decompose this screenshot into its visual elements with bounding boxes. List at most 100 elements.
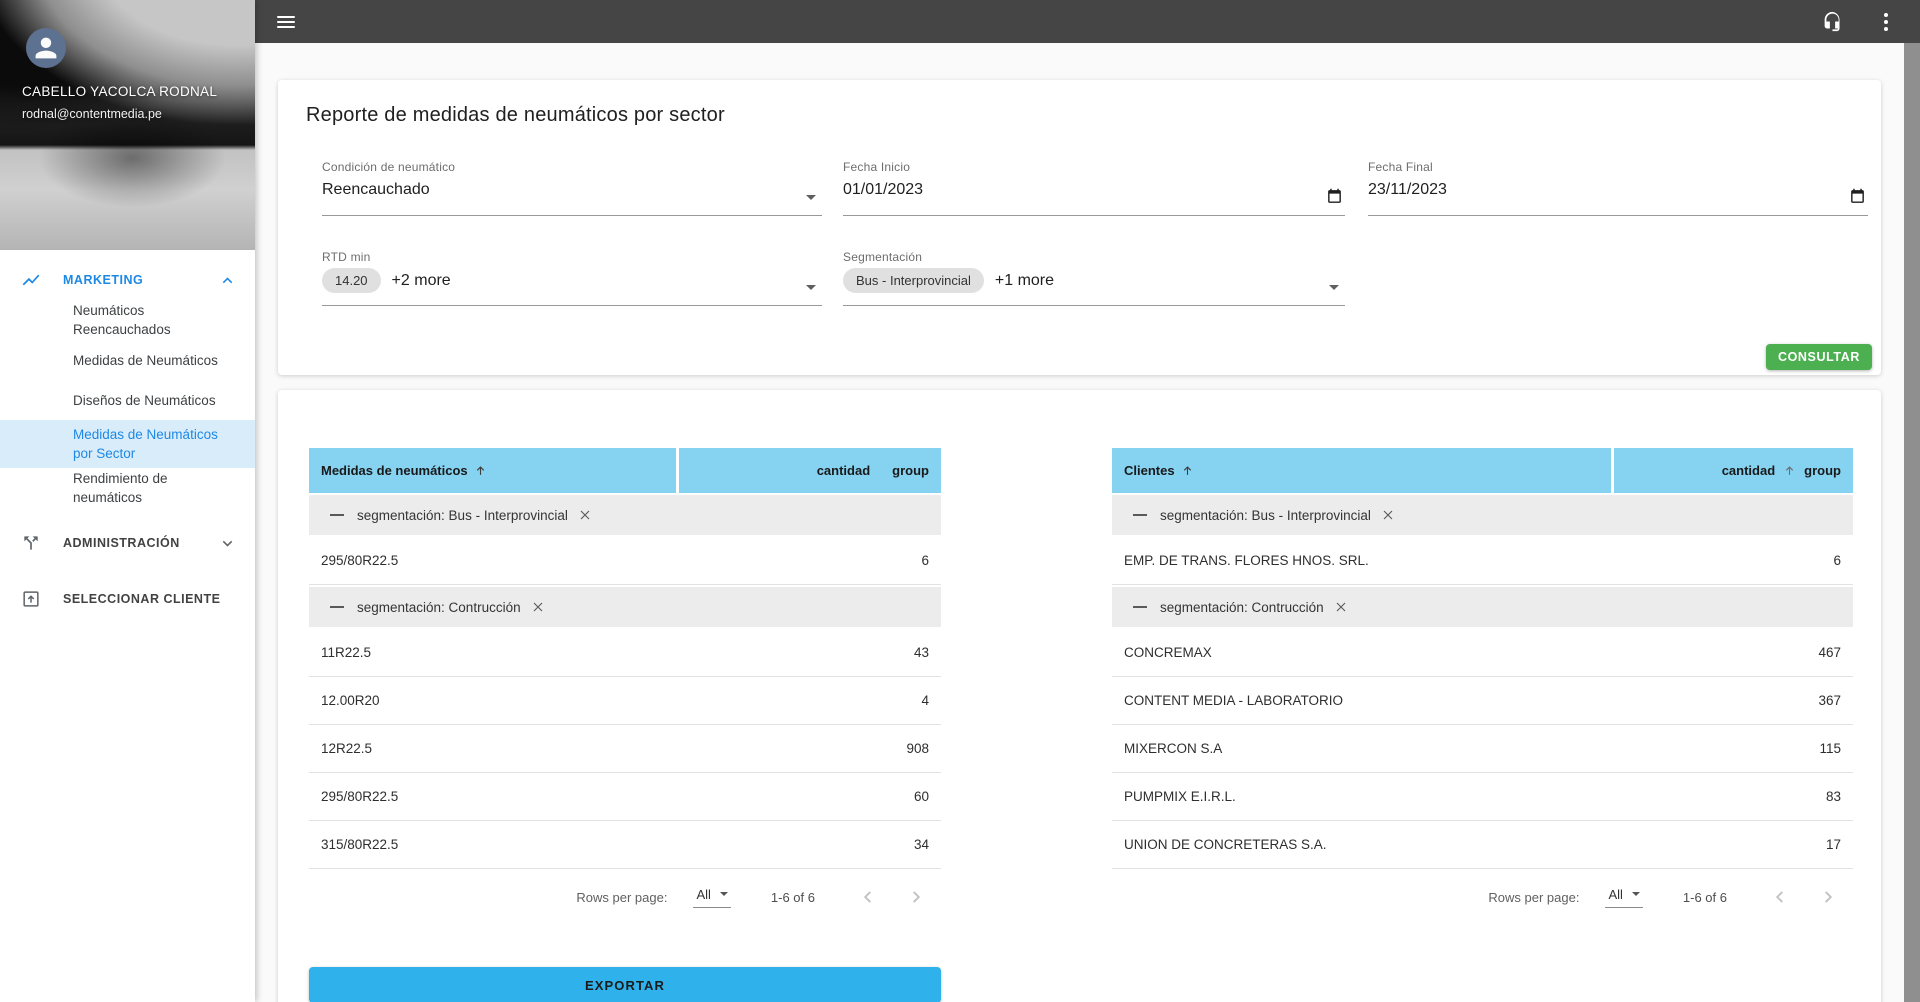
fecha-inicio-input[interactable]: Fecha Inicio 01/01/2023	[843, 160, 1345, 216]
sidebar-section-administracion[interactable]: ADMINISTRACIÓN	[0, 523, 255, 563]
sidebar-item-medidas-por-sector-selected[interactable]: Medidas de Neumáticos por Sector	[0, 420, 255, 468]
next-page-icon[interactable]	[1817, 886, 1839, 908]
table-header: Medidas de neumáticos cantidad group	[309, 448, 941, 493]
calendar-icon[interactable]	[1326, 188, 1343, 205]
more-values-text: +2 more	[391, 271, 451, 289]
clientes-table: Clientes cantidad group segmentación: Bu…	[1112, 448, 1853, 917]
sidebar-section-marketing[interactable]: MARKETING	[0, 260, 255, 300]
sidebar: CABELLO YACOLCA RODNAL rodnal@contentmed…	[0, 0, 255, 1002]
section-label: ADMINISTRACIÓN	[63, 536, 180, 550]
sidebar-item-rendimiento-de-neumaticos[interactable]: Rendimiento de neumáticos	[0, 468, 255, 508]
pagination: Rows per page: All 1-6 of 6	[309, 877, 941, 917]
select-client-icon	[23, 591, 39, 607]
row-cantidad: 6	[921, 553, 929, 568]
column-header-clientes[interactable]: Clientes	[1112, 448, 1611, 493]
row-name: 12.00R20	[321, 693, 380, 708]
more-options-icon[interactable]	[1880, 11, 1892, 33]
condicion-select[interactable]: Condición de neumático Reencauchado	[322, 160, 822, 216]
calendar-icon[interactable]	[1849, 188, 1866, 205]
group-label: segmentación: Contrucción	[357, 599, 521, 615]
field-label: Condición de neumático	[322, 160, 456, 174]
medidas-table: Medidas de neumáticos cantidad group seg…	[309, 448, 941, 1002]
field-label: RTD min	[322, 250, 371, 264]
more-values-text: +1 more	[994, 271, 1055, 289]
collapse-group-icon[interactable]	[1133, 606, 1147, 608]
column-header-group[interactable]: group	[1804, 463, 1841, 478]
table-row[interactable]: 295/80R22.5 6	[309, 537, 941, 585]
column-header-group[interactable]: group	[892, 463, 929, 478]
scrollbar[interactable]	[1904, 43, 1920, 1002]
table-row[interactable]: 315/80R22.5 34	[309, 821, 941, 869]
column-header-cantidad[interactable]: cantidad	[817, 463, 870, 478]
row-cantidad: 60	[913, 789, 929, 804]
consultar-button[interactable]: CONSULTAR	[1765, 344, 1872, 370]
remove-group-icon[interactable]	[530, 599, 546, 615]
remove-group-icon[interactable]	[1380, 507, 1396, 523]
row-cantidad: 34	[913, 837, 929, 852]
row-name: 11R22.5	[321, 645, 372, 660]
section-label: SELECCIONAR CLIENTE	[63, 592, 221, 606]
row-name: CONTENT MEDIA - LABORATORIO	[1124, 693, 1344, 708]
group-row: segmentación: Bus - Interprovincial	[309, 493, 941, 537]
row-cantidad: 367	[1818, 693, 1841, 708]
pagination-range: 1-6 of 6	[1682, 889, 1727, 905]
pagination-range: 1-6 of 6	[770, 889, 815, 905]
collapse-group-icon[interactable]	[330, 606, 344, 608]
dropdown-caret-icon[interactable]	[806, 195, 816, 200]
fecha-final-input[interactable]: Fecha Final 23/11/2023	[1368, 160, 1868, 216]
table-row[interactable]: EMP. DE TRANS. FLORES HNOS. SRL. 6	[1112, 537, 1853, 585]
sidebar-item-disenos-de-neumaticos[interactable]: Diseños de Neumáticos	[0, 380, 255, 420]
user-email: rodnal@contentmedia.pe	[22, 107, 162, 121]
collapse-group-icon[interactable]	[330, 514, 344, 516]
previous-page-icon[interactable]	[1769, 886, 1791, 908]
row-name: 295/80R22.5	[321, 553, 399, 568]
table-row[interactable]: CONCREMAX 467	[1112, 629, 1853, 677]
sidebar-item-seleccionar-cliente[interactable]: SELECCIONAR CLIENTE	[0, 579, 255, 619]
user-name: CABELLO YACOLCA RODNAL	[22, 84, 218, 99]
table-row[interactable]: MIXERCON S.A 115	[1112, 725, 1853, 773]
row-cantidad: 4	[921, 693, 929, 708]
call-split-icon	[24, 536, 38, 550]
field-value: 23/11/2023	[1368, 181, 1447, 198]
group-label: segmentación: Bus - Interprovincial	[357, 507, 568, 523]
headset-icon[interactable]	[1822, 11, 1843, 32]
page-title: Reporte de medidas de neumáticos por sec…	[306, 104, 725, 126]
sort-asc-icon	[476, 466, 484, 475]
sidebar-nav: MARKETING Neumáticos Reencauchados Medid…	[0, 250, 255, 619]
rows-per-page-select[interactable]: All	[693, 887, 731, 908]
exportar-button[interactable]: EXPORTAR	[309, 967, 941, 1002]
rtd-min-select[interactable]: RTD min 14.20 +2 more	[322, 250, 822, 306]
row-cantidad: 83	[1825, 789, 1841, 804]
remove-group-icon[interactable]	[577, 507, 593, 523]
column-title: Clientes	[1124, 463, 1175, 478]
table-row[interactable]: 295/80R22.5 60	[309, 773, 941, 821]
menu-icon[interactable]	[277, 15, 295, 28]
rtd-chip[interactable]: 14.20	[322, 268, 381, 293]
dropdown-caret-icon[interactable]	[1329, 285, 1339, 290]
row-cantidad: 17	[1825, 837, 1841, 852]
person-icon	[35, 37, 57, 59]
previous-page-icon[interactable]	[857, 886, 879, 908]
segmentacion-select[interactable]: Segmentación Bus - Interprovincial +1 mo…	[843, 250, 1345, 306]
remove-group-icon[interactable]	[1333, 599, 1349, 615]
filters-card: Reporte de medidas de neumáticos por sec…	[278, 80, 1881, 375]
sidebar-item-neumaticos-reencauchados[interactable]: Neumáticos Reencauchados	[0, 300, 255, 340]
table-row[interactable]: UNION DE CONCRETERAS S.A. 17	[1112, 821, 1853, 869]
rows-per-page-select[interactable]: All	[1605, 887, 1643, 908]
column-header-medidas[interactable]: Medidas de neumáticos	[309, 448, 676, 493]
row-name: 315/80R22.5	[321, 837, 399, 852]
table-row[interactable]: 12R22.5 908	[309, 725, 941, 773]
select-caret-icon	[719, 892, 728, 896]
table-row[interactable]: PUMPMIX E.I.R.L. 83	[1112, 773, 1853, 821]
table-row[interactable]: 12.00R20 4	[309, 677, 941, 725]
table-row[interactable]: 11R22.5 43	[309, 629, 941, 677]
sidebar-item-medidas-de-neumaticos[interactable]: Medidas de Neumáticos	[0, 340, 255, 380]
table-row[interactable]: CONTENT MEDIA - LABORATORIO 367	[1112, 677, 1853, 725]
next-page-icon[interactable]	[905, 886, 927, 908]
dropdown-caret-icon[interactable]	[806, 285, 816, 290]
column-header-cantidad[interactable]: cantidad	[1722, 463, 1775, 478]
collapse-group-icon[interactable]	[1133, 514, 1147, 516]
segmentacion-chip[interactable]: Bus - Interprovincial	[843, 268, 984, 293]
row-cantidad: 43	[913, 645, 929, 660]
rows-per-page-label: Rows per page:	[576, 889, 668, 905]
